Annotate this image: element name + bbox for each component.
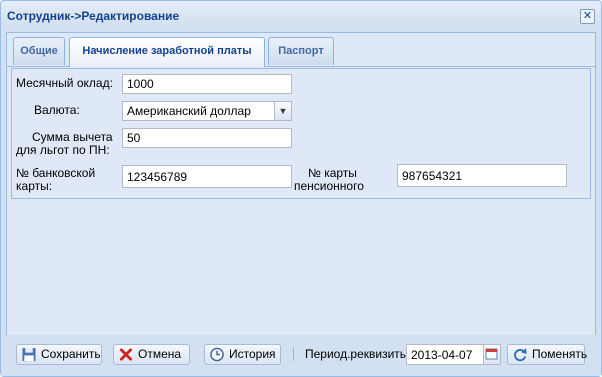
window-titlebar: Сотрудник->Редактирование ✕ — [1, 1, 601, 32]
currency-label: Валюта: — [34, 103, 80, 117]
window-title: Сотрудник->Редактирование — [7, 9, 180, 23]
footer-separator — [293, 347, 294, 361]
payroll-form-panel: Месячный оклад: Валюта: ▼ Сумма вычета д… — [11, 68, 591, 199]
change-button[interactable]: Поменять — [507, 344, 588, 365]
window-body: Общие Начисление заработной платы Паспор… — [6, 32, 596, 336]
tab-general[interactable]: Общие — [13, 37, 65, 65]
chevron-down-icon[interactable]: ▼ — [275, 101, 292, 121]
history-button-label: История — [229, 347, 276, 361]
deduction-field[interactable] — [122, 128, 292, 148]
bank-card-field[interactable] — [122, 165, 292, 188]
cancel-button-label: Отмена — [138, 347, 182, 361]
refresh-icon — [514, 348, 527, 362]
salary-field[interactable] — [122, 74, 292, 94]
pension-card-label-line2: пенсионного — [294, 179, 364, 193]
save-button-label: Сохранить — [41, 347, 101, 361]
change-button-label: Поменять — [532, 347, 588, 361]
currency-select[interactable] — [122, 101, 275, 121]
window-footer-toolbar: Сохранить Отмена История Период.реквизит… — [1, 335, 601, 376]
calendar-icon[interactable] — [484, 344, 501, 365]
tab-payroll[interactable]: Начисление заработной платы — [69, 37, 265, 67]
calendar-icon-glyph — [485, 348, 498, 360]
edit-employee-window: Сотрудник->Редактирование ✕ Общие Начисл… — [0, 0, 602, 377]
period-label: Период.реквизиты: — [305, 347, 412, 361]
save-button[interactable]: Сохранить — [16, 344, 102, 365]
bank-card-label-line2: карты: — [16, 179, 53, 193]
deduction-label-line2: для льгот по ПН: — [16, 143, 110, 157]
period-date-field[interactable] — [406, 344, 484, 365]
salary-label: Месячный оклад: — [16, 76, 113, 90]
clock-icon — [210, 347, 224, 362]
cancel-button[interactable]: Отмена — [113, 344, 190, 365]
close-icon[interactable]: ✕ — [580, 9, 595, 24]
tab-bar: Общие Начисление заработной платы Паспор… — [7, 33, 595, 67]
red-x-icon — [119, 348, 133, 361]
tab-passport[interactable]: Паспорт — [268, 37, 334, 65]
pension-card-field[interactable] — [397, 164, 567, 187]
history-button[interactable]: История — [204, 344, 281, 365]
floppy-disk-icon — [22, 347, 36, 362]
